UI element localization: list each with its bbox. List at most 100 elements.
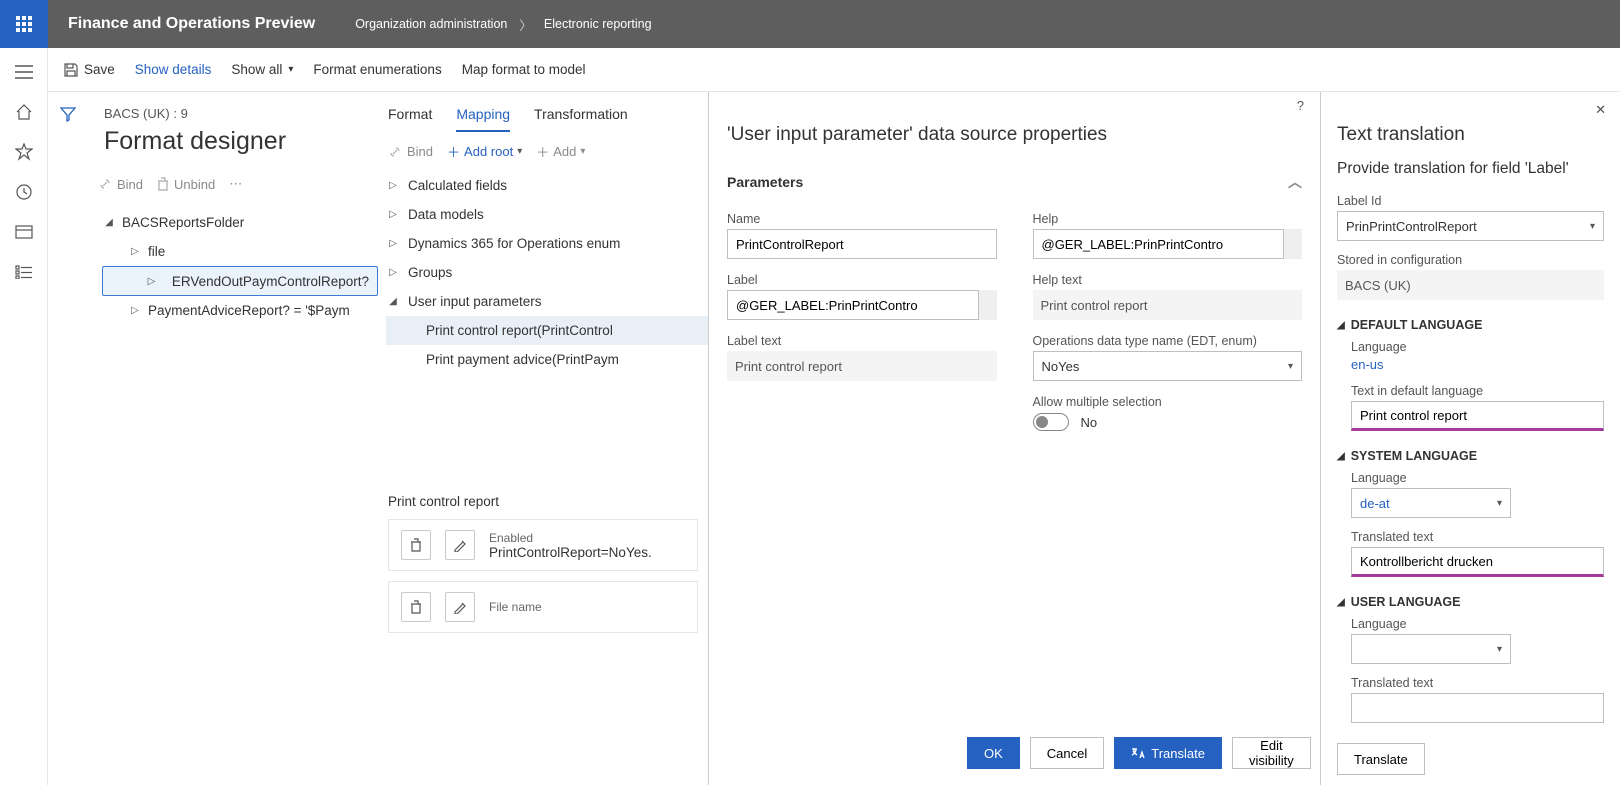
section-header[interactable]: Parameters ︿ <box>727 160 1302 204</box>
field-label: Label Id <box>1337 194 1604 208</box>
translated-text-input[interactable] <box>1351 547 1604 577</box>
hamburger-icon[interactable] <box>14 62 34 82</box>
close-icon[interactable]: ✕ <box>1595 102 1606 118</box>
tree-node-label: Dynamics 365 for Operations enum <box>408 236 620 251</box>
tree-node-label: ERVendOutPaymControlReport? <box>172 274 369 289</box>
expand-icon[interactable]: ▷ <box>128 246 142 257</box>
file-name-label: File name <box>489 600 542 614</box>
field-label: Language <box>1351 340 1604 354</box>
expand-icon[interactable]: ▷ <box>386 180 400 191</box>
edit-icon[interactable] <box>445 592 475 622</box>
field-label: Allow multiple selection <box>1033 395 1303 409</box>
tree-node[interactable]: ▷ Dynamics 365 for Operations enum <box>386 229 708 258</box>
clock-icon[interactable] <box>14 182 34 202</box>
bind-button[interactable]: Bind <box>98 177 143 192</box>
ok-button[interactable]: OK <box>967 737 1020 769</box>
nav-rail <box>0 48 48 785</box>
save-button[interactable]: Save <box>64 62 115 77</box>
tree-node[interactable]: ◢ User input parameters <box>386 287 708 316</box>
tree-node[interactable]: ▷Calculated fields <box>386 171 708 200</box>
labelid-select[interactable]: PrinPrintControlReport▾ <box>1337 211 1604 241</box>
plus-icon: ＋ <box>447 142 460 161</box>
add-button[interactable]: ＋Add ▾ <box>536 142 585 161</box>
translation-subtitle: Provide translation for field 'Label' <box>1337 160 1604 178</box>
field-label: Label <box>727 273 997 287</box>
collapse-icon[interactable]: ◢ <box>102 217 116 228</box>
panel-title: 'User input parameter' data source prope… <box>727 124 1302 146</box>
edit-icon[interactable] <box>445 530 475 560</box>
workspace-icon[interactable] <box>14 222 34 242</box>
user-language-select[interactable]: ▾ <box>1351 634 1511 664</box>
tabs: Format Mapping Transformation <box>378 92 708 132</box>
tree-node-label: Print payment advice(PrintPaym <box>426 352 619 367</box>
stored-value: BACS (UK) <box>1337 270 1604 300</box>
app-title: Finance and Operations Preview <box>48 15 335 33</box>
tab-format[interactable]: Format <box>388 106 432 132</box>
label-input[interactable] <box>727 290 997 320</box>
multi-select-toggle[interactable] <box>1033 413 1069 431</box>
more-icon[interactable]: ⋯ <box>229 176 242 192</box>
breadcrumb-item[interactable]: Organization administration <box>355 17 507 31</box>
collapse-icon: ◢ <box>1337 597 1345 608</box>
map-format-button[interactable]: Map format to model <box>462 62 586 77</box>
tree-node[interactable]: Print payment advice(PrintPaym <box>386 345 708 374</box>
tab-transformation[interactable]: Transformation <box>534 106 628 132</box>
name-input[interactable] <box>727 229 997 259</box>
expand-icon[interactable]: ▷ <box>128 305 142 316</box>
default-text-input[interactable] <box>1351 401 1604 431</box>
system-language-select[interactable]: de-at▾ <box>1351 488 1511 518</box>
toggle-value: No <box>1081 415 1098 430</box>
expand-icon[interactable]: ▷ <box>386 267 400 278</box>
cancel-button[interactable]: Cancel <box>1030 737 1104 769</box>
tree-node[interactable]: ▷Data models <box>386 200 708 229</box>
star-icon[interactable] <box>14 142 34 162</box>
modules-icon[interactable] <box>14 262 34 282</box>
translation-panel: ✕ Text translation Provide translation f… <box>1320 92 1620 785</box>
group-header[interactable]: ◢SYSTEM LANGUAGE <box>1337 449 1604 463</box>
unbind-button[interactable]: Unbind <box>157 177 215 192</box>
format-enum-button[interactable]: Format enumerations <box>313 62 441 77</box>
expand-icon[interactable]: ▷ <box>386 209 400 220</box>
tree-node[interactable]: ▷PaymentAdviceReport? = '$Paym <box>102 296 378 325</box>
filter-icon[interactable] <box>60 106 76 785</box>
show-details-button[interactable]: Show details <box>135 62 212 77</box>
waffle-icon[interactable] <box>0 0 48 48</box>
expand-icon[interactable]: ▷ <box>144 276 158 287</box>
page-supertitle: BACS (UK) : 9 <box>104 106 378 121</box>
field-label: Label text <box>727 334 997 348</box>
help-icon[interactable]: ? <box>1297 98 1304 113</box>
chevron-down-icon: ▾ <box>1590 221 1595 232</box>
breadcrumb-item[interactable]: Electronic reporting <box>544 17 652 31</box>
default-language-value[interactable]: en-us <box>1351 357 1604 372</box>
user-translated-text-input[interactable] <box>1351 693 1604 723</box>
tree-node-label: Print control report(PrintControl <box>426 323 613 338</box>
group-header[interactable]: ◢USER LANGUAGE <box>1337 595 1604 609</box>
tree-node[interactable]: ◢BACSReportsFolder <box>102 208 378 237</box>
tab-mapping[interactable]: Mapping <box>456 106 510 132</box>
chevron-down-icon: ▾ <box>1497 644 1502 655</box>
chevron-down-icon: ▾ <box>288 64 293 75</box>
delete-icon[interactable] <box>401 592 431 622</box>
show-all-button[interactable]: Show all ▾ <box>231 62 293 77</box>
plus-icon: ＋ <box>536 142 549 161</box>
detail-name: Print control report <box>388 494 698 509</box>
tree-node-label: User input parameters <box>408 294 542 309</box>
edit-visibility-button[interactable]: Edit visibility <box>1232 737 1311 769</box>
tree-node-selected[interactable]: ▷ ERVendOutPaymControlReport? <box>102 266 378 296</box>
group-header[interactable]: ◢DEFAULT LANGUAGE <box>1337 318 1604 332</box>
tree-node-selected[interactable]: Print control report(PrintControl <box>386 316 708 345</box>
translate-button[interactable]: Translate <box>1337 743 1425 775</box>
field-label: Help <box>1033 212 1303 226</box>
bind-button[interactable]: Bind <box>388 144 433 159</box>
home-icon[interactable] <box>14 102 34 122</box>
collapse-icon[interactable]: ◢ <box>386 296 400 307</box>
edt-select[interactable]: NoYes▾ <box>1033 351 1303 381</box>
enabled-label: Enabled <box>489 531 652 545</box>
tree-node[interactable]: ▷Groups <box>386 258 708 287</box>
delete-icon[interactable] <box>401 530 431 560</box>
tree-node[interactable]: ▷file <box>102 237 378 266</box>
translate-button[interactable]: Translate <box>1114 737 1222 769</box>
help-input[interactable] <box>1033 229 1303 259</box>
add-root-button[interactable]: ＋Add root ▾ <box>447 142 522 161</box>
expand-icon[interactable]: ▷ <box>386 238 400 249</box>
